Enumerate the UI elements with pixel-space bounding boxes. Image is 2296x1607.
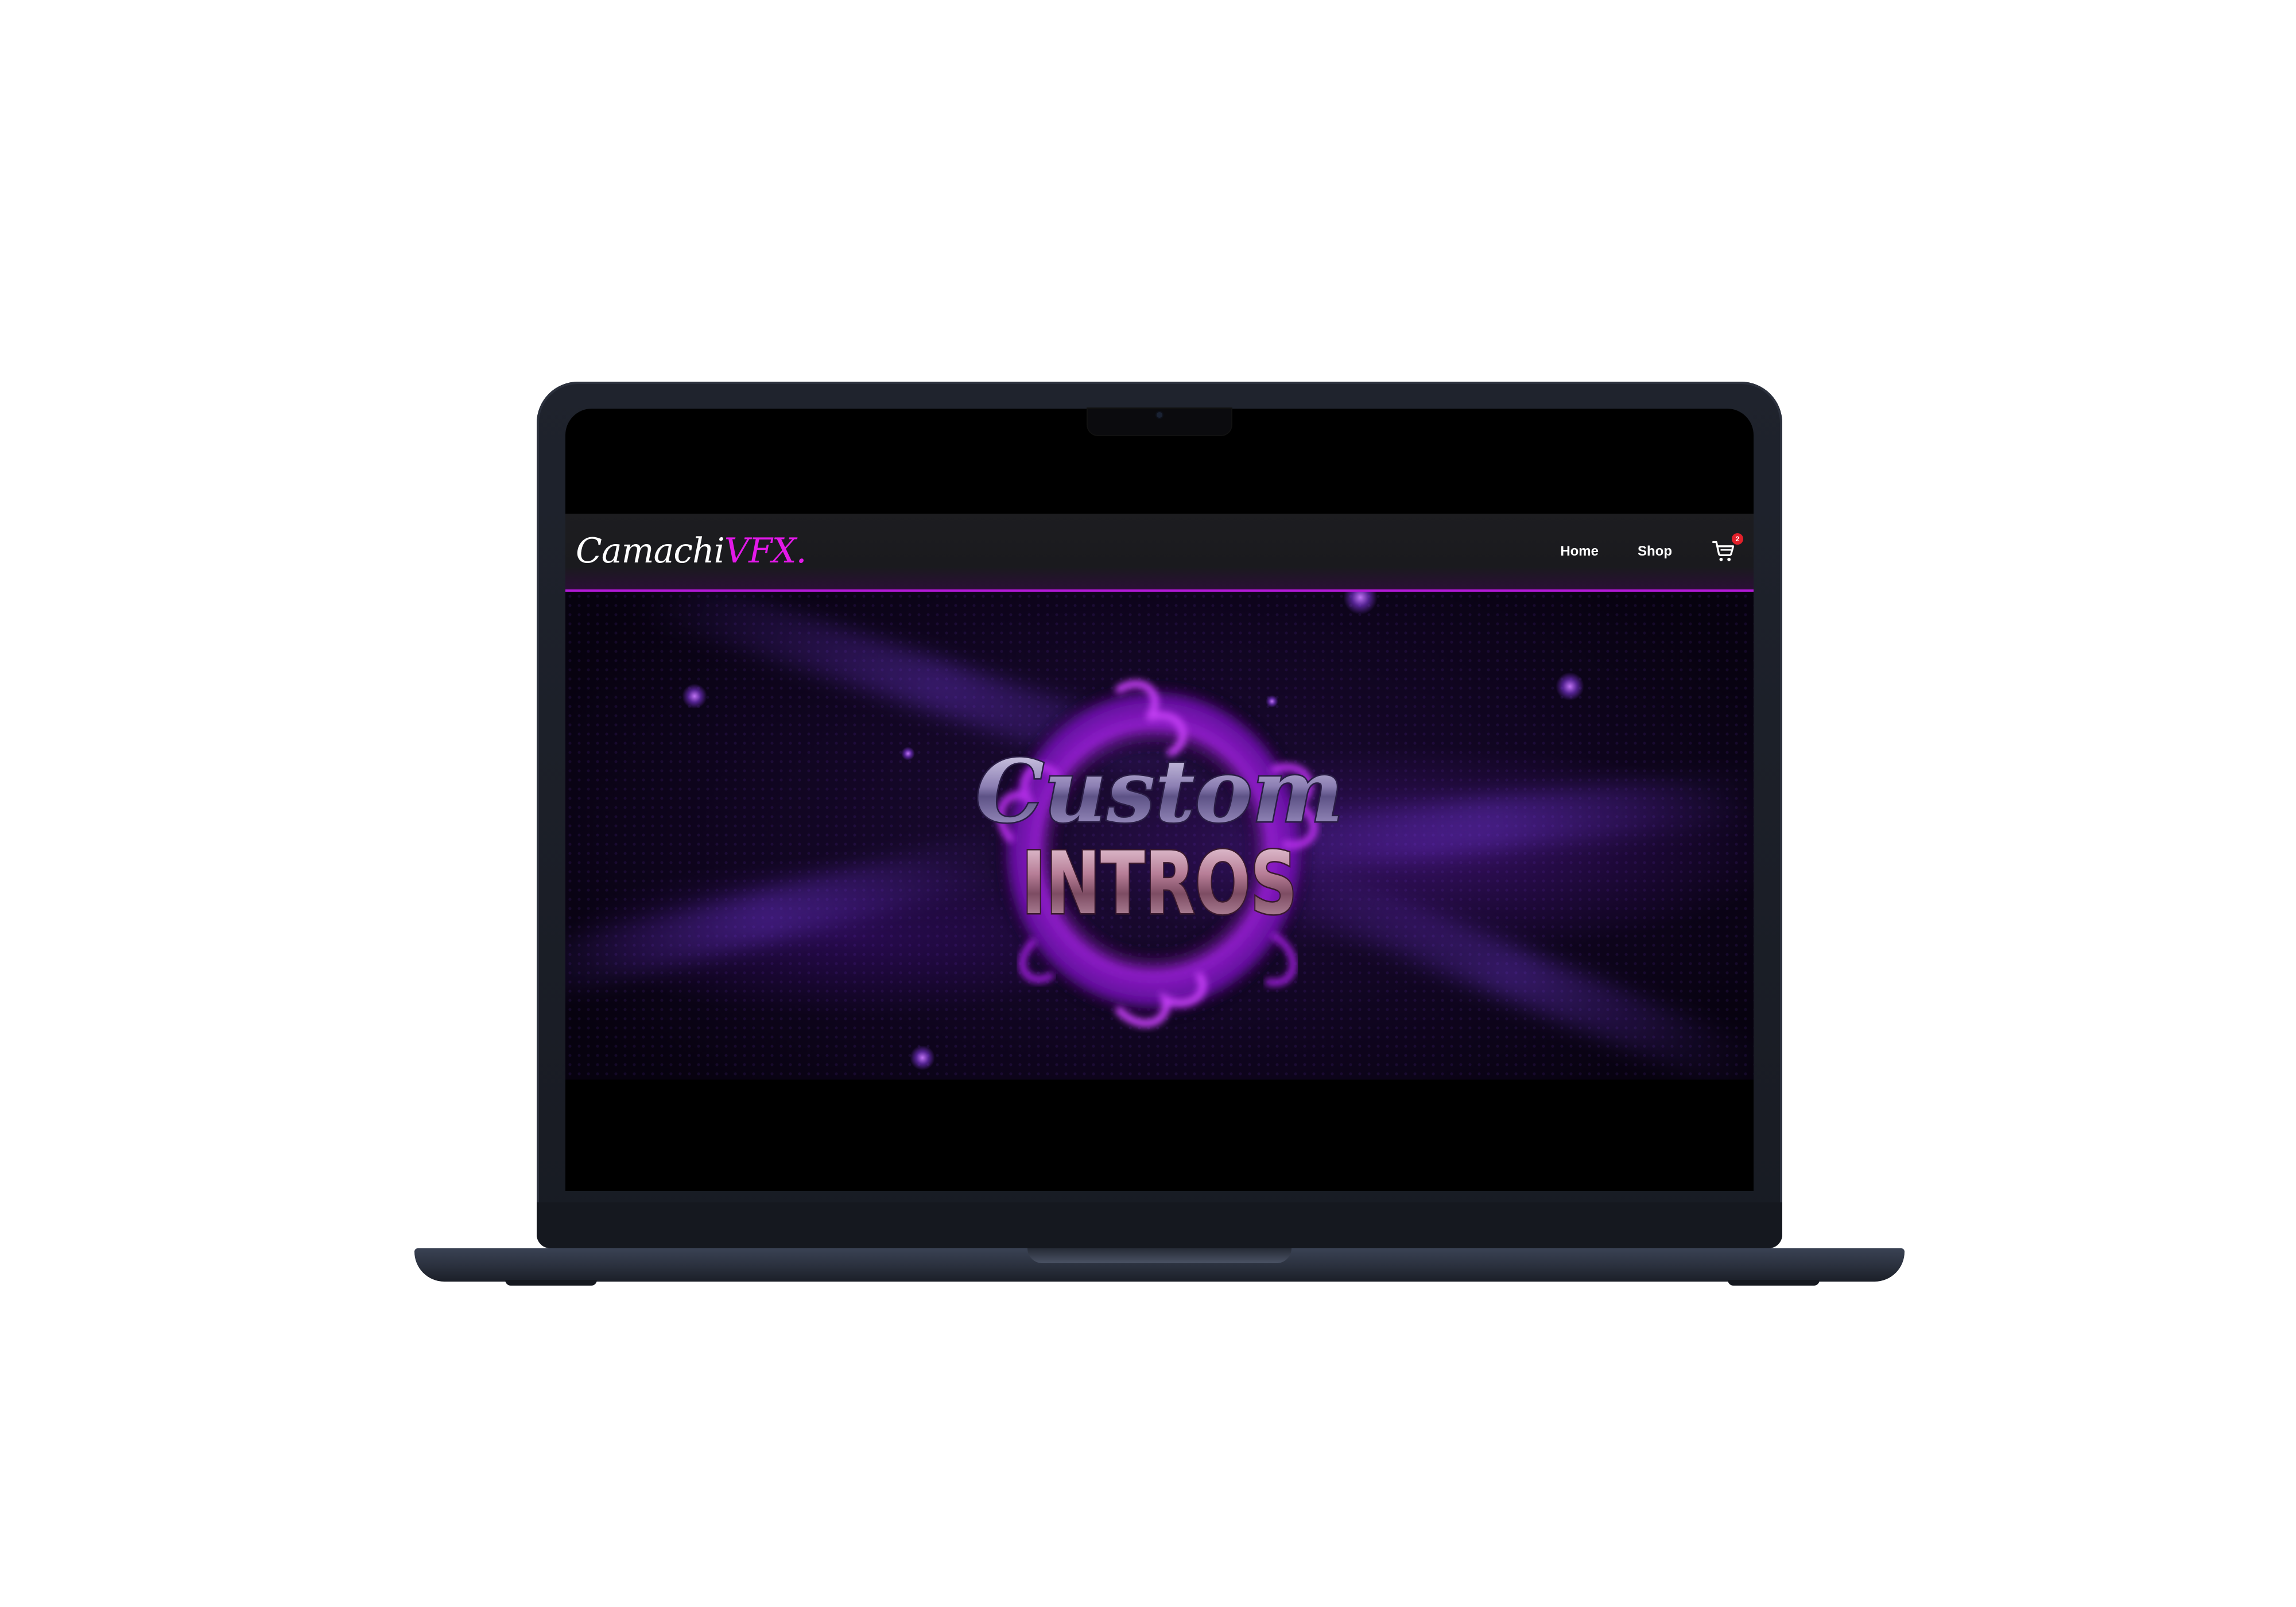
- custom-intros-title-graphic: Custom INTROS: [974, 740, 1345, 936]
- nav-link-home[interactable]: Home: [1560, 544, 1599, 560]
- laptop-foot: [505, 1280, 597, 1286]
- hero-banner: Custom INTROS: [565, 592, 1754, 1080]
- title-line-intros: INTROS: [1022, 834, 1297, 934]
- webcam-icon: [1157, 412, 1162, 418]
- light-flare: [910, 1045, 935, 1070]
- light-flare: [682, 684, 707, 709]
- nav-link-shop[interactable]: Shop: [1638, 544, 1672, 560]
- site-logo[interactable]: CamachiVFX.: [576, 531, 807, 571]
- laptop-chin: [537, 1202, 1782, 1248]
- shopping-cart-icon: [1712, 541, 1735, 561]
- main-nav: Home Shop 2: [1560, 514, 1754, 589]
- cart-count-badge: 2: [1732, 533, 1743, 545]
- logo-text-accent: VFX.: [724, 531, 807, 571]
- laptop-foot: [1728, 1280, 1820, 1286]
- page-below-fold: [565, 1080, 1754, 1191]
- laptop-hinge-notch: [1027, 1248, 1292, 1263]
- browser-viewport: CamachiVFX. Home Shop 2 Custom INTROS: [565, 514, 1754, 1191]
- site-header: CamachiVFX. Home Shop 2: [565, 514, 1754, 592]
- light-flare: [901, 747, 915, 760]
- light-flare: [1556, 672, 1584, 701]
- title-line-custom: Custom: [976, 741, 1344, 842]
- logo-text-primary: Camachi: [576, 531, 725, 571]
- mockup-stage: CamachiVFX. Home Shop 2 Custom INTROS: [0, 0, 2296, 1607]
- cart-button[interactable]: 2: [1711, 533, 1743, 564]
